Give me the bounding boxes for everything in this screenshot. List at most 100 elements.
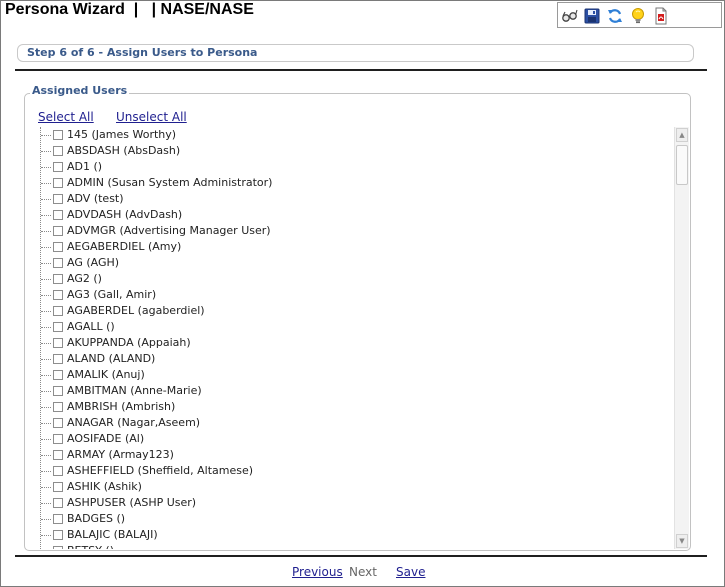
user-checkbox[interactable] <box>53 178 63 188</box>
divider-bottom <box>15 555 707 557</box>
tree-branch <box>41 471 51 472</box>
user-checkbox[interactable] <box>53 546 63 549</box>
tree-branch <box>41 199 51 200</box>
list-item[interactable]: AG2 () <box>35 271 665 287</box>
user-checkbox[interactable] <box>53 402 63 412</box>
lightbulb-icon[interactable] <box>629 7 647 25</box>
list-item[interactable]: 145 (James Worthy) <box>35 127 665 143</box>
tree-branch <box>41 391 51 392</box>
user-checkbox[interactable] <box>53 226 63 236</box>
list-item[interactable]: ARMAY (Armay123) <box>35 447 665 463</box>
list-item[interactable]: ANAGAR (Nagar,Aseem) <box>35 415 665 431</box>
tree-branch <box>41 375 51 376</box>
list-item[interactable]: ALAND (ALAND) <box>35 351 665 367</box>
user-checkbox[interactable] <box>53 290 63 300</box>
tree-branch <box>41 279 51 280</box>
list-item[interactable]: AG (AGH) <box>35 255 665 271</box>
user-checkbox[interactable] <box>53 306 63 316</box>
user-checkbox[interactable] <box>53 498 63 508</box>
user-checkbox[interactable] <box>53 130 63 140</box>
user-label: AMBRISH (Ambrish) <box>67 400 176 413</box>
tree-branch <box>41 263 51 264</box>
tree-branch <box>41 215 51 216</box>
step-title: Step 6 of 6 - Assign Users to Persona <box>25 46 260 59</box>
list-item[interactable]: BALAJIC (BALAJI) <box>35 527 665 543</box>
tree-branch <box>41 423 51 424</box>
user-checkbox[interactable] <box>53 194 63 204</box>
user-checkbox[interactable] <box>53 514 63 524</box>
list-item[interactable]: AKUPPANDA (Appaiah) <box>35 335 665 351</box>
user-checkbox[interactable] <box>53 242 63 252</box>
list-item[interactable]: AGABERDEL (agaberdiel) <box>35 303 665 319</box>
list-item[interactable]: AMBRISH (Ambrish) <box>35 399 665 415</box>
list-item[interactable]: AG3 (Gall, Amir) <box>35 287 665 303</box>
user-checkbox[interactable] <box>53 482 63 492</box>
glasses-icon[interactable] <box>561 7 579 25</box>
user-checkbox[interactable] <box>53 386 63 396</box>
list-item[interactable]: AEGABERDIEL (Amy) <box>35 239 665 255</box>
list-item[interactable]: ABSDASH (AbsDash) <box>35 143 665 159</box>
tree-branch <box>41 247 51 248</box>
user-checkbox[interactable] <box>53 466 63 476</box>
save-icon[interactable] <box>583 7 601 25</box>
user-checkbox[interactable] <box>53 338 63 348</box>
list-item[interactable]: ASHPUSER (ASHP User) <box>35 495 665 511</box>
user-list: 145 (James Worthy) ABSDASH (AbsDash) AD1 (… <box>35 127 673 549</box>
user-label: ANAGAR (Nagar,Aseem) <box>67 416 201 429</box>
user-label: ABSDASH (AbsDash) <box>67 144 181 157</box>
tree-branch <box>41 231 51 232</box>
scroll-thumb[interactable] <box>676 145 688 185</box>
tree-branch <box>41 407 51 408</box>
tree-branch <box>41 311 51 312</box>
list-item[interactable]: AMBITMAN (Anne-Marie) <box>35 383 665 399</box>
list-item[interactable]: BADGES () <box>35 511 665 527</box>
user-label: ARMAY (Armay123) <box>67 448 174 461</box>
list-item[interactable]: ASHIK (Ashik) <box>35 479 665 495</box>
unselect-all-link[interactable]: Unselect All <box>116 110 187 124</box>
user-label: ADMIN (Susan System Administrator) <box>67 176 273 189</box>
user-checkbox[interactable] <box>53 450 63 460</box>
user-label: ADV (test) <box>67 192 124 205</box>
user-checkbox[interactable] <box>53 354 63 364</box>
user-checkbox[interactable] <box>53 210 63 220</box>
user-checkbox[interactable] <box>53 162 63 172</box>
user-label: AKUPPANDA (Appaiah) <box>67 336 191 349</box>
user-label: AG2 () <box>67 272 102 285</box>
save-link[interactable]: Save <box>396 565 425 579</box>
select-all-link[interactable]: Select All <box>38 110 94 124</box>
user-checkbox[interactable] <box>53 274 63 284</box>
user-label: ASHIK (Ashik) <box>67 480 142 493</box>
list-item[interactable]: AD1 () <box>35 159 665 175</box>
user-label: AG3 (Gall, Amir) <box>67 288 157 301</box>
user-label: ASHEFFIELD (Sheffield, Altamese) <box>67 464 254 477</box>
list-item[interactable]: ADV (test) <box>35 191 665 207</box>
user-checkbox[interactable] <box>53 530 63 540</box>
scroll-up-arrow-icon[interactable]: ▲ <box>676 128 688 142</box>
tree-branch <box>41 295 51 296</box>
user-checkbox[interactable] <box>53 322 63 332</box>
list-item[interactable]: ADMIN (Susan System Administrator) <box>35 175 665 191</box>
user-checkbox[interactable] <box>53 370 63 380</box>
user-label: AOSIFADE (Al) <box>67 432 145 445</box>
list-item[interactable]: AMALIK (Anuj) <box>35 367 665 383</box>
tree-branch <box>41 439 51 440</box>
user-checkbox[interactable] <box>53 434 63 444</box>
refresh-icon[interactable] <box>606 7 624 25</box>
list-item[interactable]: ADVDASH (AdvDash) <box>35 207 665 223</box>
tree-branch <box>41 183 51 184</box>
user-label: ADVDASH (AdvDash) <box>67 208 183 221</box>
pdf-icon[interactable] <box>652 7 670 25</box>
scroll-down-arrow-icon[interactable]: ▼ <box>676 534 688 548</box>
user-checkbox[interactable] <box>53 418 63 428</box>
user-label: 145 (James Worthy) <box>67 128 177 141</box>
list-item[interactable]: ADVMGR (Advertising Manager User) <box>35 223 665 239</box>
previous-link[interactable]: Previous <box>292 565 343 579</box>
user-checkbox[interactable] <box>53 146 63 156</box>
list-item[interactable]: AOSIFADE (Al) <box>35 431 665 447</box>
tree-branch <box>41 503 51 504</box>
list-scrollbar[interactable]: ▲ ▼ <box>674 127 689 549</box>
user-checkbox[interactable] <box>53 258 63 268</box>
list-item[interactable]: BETSY () <box>35 543 665 549</box>
list-item[interactable]: AGALL () <box>35 319 665 335</box>
list-item[interactable]: ASHEFFIELD (Sheffield, Altamese) <box>35 463 665 479</box>
